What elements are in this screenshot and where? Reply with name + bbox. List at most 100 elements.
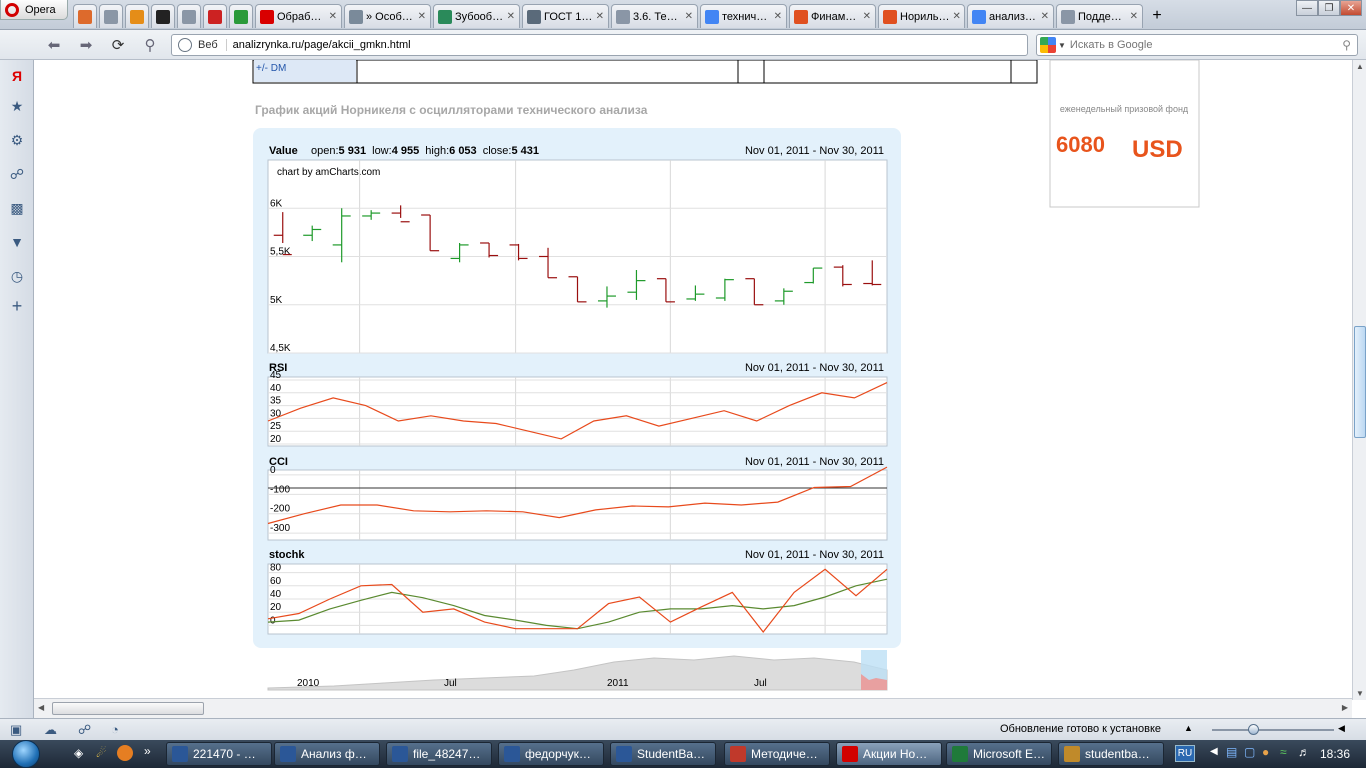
tray-volume-icon[interactable]: ♬ [1298,745,1310,759]
tab-trend[interactable] [229,4,253,28]
taskbar-item[interactable]: StudentBa… [610,742,716,766]
taskbar-item[interactable]: 221470 - … [166,742,272,766]
ad-banner[interactable]: еженедельный призовой фонд 6080 USD [1049,60,1200,208]
taskbar-item[interactable]: studentba… [1058,742,1164,766]
tab-google[interactable]: технич… ✕ [700,4,787,28]
opera-menu-button[interactable]: Opera [0,0,68,20]
wand-button[interactable]: ⚲ [140,36,160,54]
opera-icon [842,746,858,762]
tab-gr[interactable] [203,4,227,28]
tab-google[interactable]: анализ… ✕ [967,4,1054,28]
tab-m[interactable]: ГОСТ 1… ✕ [522,4,609,28]
close-tab-icon[interactable]: ✕ [329,11,337,22]
tab-finam[interactable]: Финам… ✕ [789,4,876,28]
taskbar-item[interactable]: file_48247… [386,742,492,766]
new-tab-button[interactable]: + [1145,4,1169,28]
horizontal-scrollbar[interactable]: ◀ ▶ [34,698,1352,718]
close-window-button[interactable]: ✕ [1340,0,1362,16]
quicklaunch-icon[interactable] [117,745,133,761]
speed-dial-icon[interactable]: ◔ [111,722,119,737]
unite-icon[interactable]: ☍ [78,722,91,738]
tab-globe[interactable]: Зубооб… ✕ [433,4,520,28]
tab-label: » Особ… [366,10,413,23]
chart-navigator[interactable]: 2010 Jul 2011 Jul [267,650,888,691]
vertical-scroll-thumb[interactable] [1354,326,1366,438]
panel-toggle-icon[interactable]: ▣ [10,722,22,738]
quicklaunch-icon[interactable]: ◈ [74,746,83,760]
windows-taskbar: ◈ ☄ » 221470 - … Анализ ф… file_48247… федо… [0,740,1366,768]
quicklaunch-icon[interactable]: ☄ [96,746,107,760]
tab-page[interactable]: 3.6. Те… ✕ [611,4,698,28]
tray-monitor-icon[interactable]: ▢ [1244,745,1255,759]
downloads-icon[interactable]: ▼ [9,234,25,250]
status-arrow-icon[interactable]: ▲ [1184,723,1193,733]
taskbar-item[interactable]: Анализ ф… [274,742,380,766]
history-clock-icon[interactable]: ◷ [9,268,25,284]
yandex-icon[interactable]: Я [9,68,25,84]
tray-expand-icon[interactable]: ◀ [1210,746,1218,757]
tray-network-icon[interactable]: ▤ [1226,745,1237,759]
word-icon [504,746,520,762]
restore-button[interactable]: ❐ [1318,0,1340,16]
close-tab-icon[interactable]: ✕ [685,11,693,22]
search-icon[interactable]: ⚲ [1342,38,1351,52]
address-url: analizrynka.ru/page/akcii_gmkn.html [232,39,411,51]
taskbar-item[interactable]: федорчук… [498,742,604,766]
minimize-button[interactable]: — [1296,0,1318,16]
zoom-slider[interactable] [1212,724,1334,735]
tab-page[interactable] [99,4,123,28]
turbo-cloud-icon[interactable]: ☁ [44,722,57,738]
close-tab-icon[interactable]: ✕ [1130,11,1138,22]
search-box[interactable]: ▼ ⚲ [1036,34,1358,56]
close-tab-icon[interactable]: ✕ [507,11,515,22]
scroll-right-icon[interactable]: ▶ [1342,703,1348,712]
notes-icon[interactable]: ▩ [9,200,25,216]
zoom-menu-icon[interactable]: ◀ [1338,723,1345,734]
start-button[interactable] [6,740,46,768]
y-tick-label: -100 [270,484,290,495]
bookmarks-star-icon[interactable]: ★ [9,98,25,114]
unite-share-icon[interactable]: ☍ [9,166,25,182]
taskbar-item[interactable]: Microsoft E… [946,742,1052,766]
back-button[interactable]: ⬅ [44,36,64,54]
tab-sim[interactable]: » Особ… ✕ [344,4,431,28]
quicklaunch-more-icon[interactable]: » [144,744,151,758]
language-indicator[interactable]: RU [1175,745,1195,762]
scroll-left-icon[interactable]: ◀ [38,703,44,712]
close-tab-icon[interactable]: ✕ [596,11,604,22]
close-tab-icon[interactable]: ✕ [1041,11,1049,22]
google-icon[interactable] [1040,37,1056,53]
tray-wifi-icon[interactable]: ≈ [1280,745,1287,759]
forward-button[interactable]: ➡ [76,36,96,54]
horizontal-scroll-thumb[interactable] [52,702,204,715]
close-tab-icon[interactable]: ✕ [863,11,871,22]
tab-page[interactable]: Подде… ✕ [1056,4,1143,28]
taskbar-item-label: Microsoft E… [973,747,1046,761]
scroll-up-icon[interactable]: ▲ [1356,62,1364,71]
taskbar-item-label: file_48247… [413,747,481,761]
tab-cat[interactable] [151,4,175,28]
tray-app-icon[interactable]: ● [1262,745,1269,759]
chart-icon [883,9,897,24]
tab-chart[interactable]: Нориль… ✕ [878,4,965,28]
close-tab-icon[interactable]: ✕ [774,11,782,22]
scroll-down-icon[interactable]: ▼ [1356,689,1364,698]
reload-button[interactable]: ⟳ [108,36,128,54]
close-tab-icon[interactable]: ✕ [952,11,960,22]
clock[interactable]: 18:36 [1320,747,1350,761]
vertical-scrollbar[interactable]: ▲ ▼ [1352,60,1366,700]
address-field[interactable]: Веб analizrynka.ru/page/akcii_gmkn.html [171,34,1028,56]
tab-yandex[interactable]: Обраб… ✕ [255,4,342,28]
zoom-slider-knob[interactable] [1248,724,1259,735]
search-engine-dropdown-icon[interactable]: ▼ [1058,41,1066,50]
tab-document[interactable] [177,4,201,28]
taskbar-item[interactable]: Методиче… [724,742,830,766]
tab-search[interactable] [73,4,97,28]
close-tab-icon[interactable]: ✕ [418,11,426,22]
widgets-gear-icon[interactable]: ⚙ [9,132,25,148]
page-icon [616,9,630,24]
search-input[interactable] [1065,39,1343,51]
tab-grid[interactable] [125,4,149,28]
add-panel-icon[interactable]: + [9,296,25,316]
taskbar-item[interactable]: Акции Но… [836,742,942,766]
